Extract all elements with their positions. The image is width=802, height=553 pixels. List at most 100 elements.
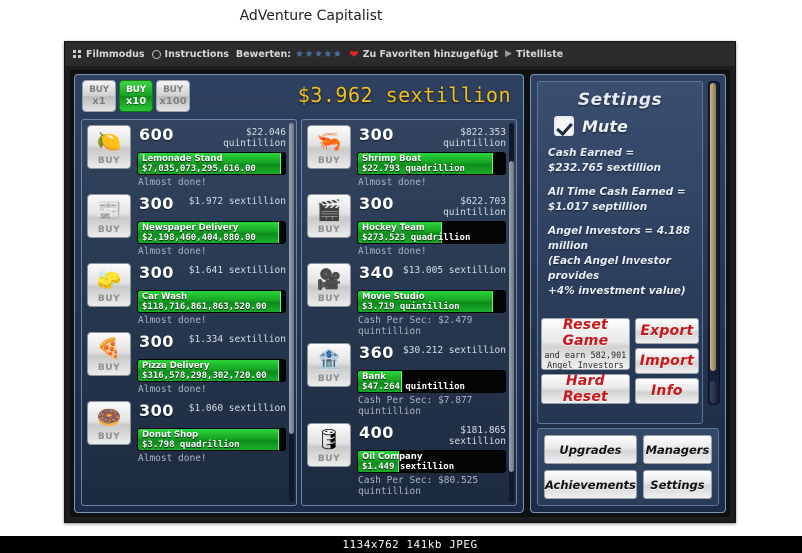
cash-total: $3.962 sextillion [297,83,511,107]
instructions-label: Instructions [164,48,229,60]
business-quantity: 300 [359,125,394,144]
business-price: $1.060 sextillion [188,403,286,414]
buy-button-movie-studio[interactable]: 🎥 BUY [307,263,351,307]
business-quantity: 400 [359,423,394,442]
film-mode-button[interactable]: Filmmodus [73,49,145,60]
heart-icon: ❤ [349,47,359,61]
buy-button-oil-company[interactable]: 🛢 BUY [307,423,351,467]
business-progress-bar[interactable]: Oil Company $1.449 sextillion [357,450,506,473]
stat-angel-note-2: +4% investment value) [548,285,686,297]
business-quantity: 300 [139,401,174,420]
buy-multiplier-x100[interactable]: BUY x100 [156,80,190,112]
nav-settings-button[interactable]: Settings [642,470,712,499]
buy-x100-bottom: x100 [159,96,187,107]
business-price: $822.353 quintillion [443,127,506,149]
business-header: BUY x1 BUY x10 BUY x100 $3.962 sextillio… [75,75,523,117]
business-progress-bar[interactable]: Hockey Team $273.523 quadrillion [357,221,506,244]
business-item: 🦐 BUY 300 $822.353 quintillion Shrimp Boat $2… [307,125,506,188]
business-progress-bar[interactable]: Newspaper Delivery $2,198,460,404,880.00 [137,221,286,244]
buy-button-pizza-delivery[interactable]: 🍕 BUY [87,332,131,376]
business-price: $30.212 sextillion [403,345,506,356]
mute-row[interactable]: Mute [554,116,692,136]
business-progress-bar[interactable]: Donut Shop $3.798 quadrillion [137,428,286,451]
business-details: 400 $181.865 sextillion Oil Company $1.449 … [357,423,506,497]
business-progress-bar[interactable]: Shrimp Boat $22.793 quadrillion [357,152,506,175]
business-bar-text: Car Wash $118,716,861,863,520.00 [142,292,282,312]
business-name: Donut Shop [142,430,199,440]
info-circle-icon [151,49,161,59]
export-label: Export [640,323,694,339]
buy-x10-bottom: x10 [125,96,147,107]
business-row: 🎬 BUY 300 $622.703 quintillion Hockey Team $2… [307,194,506,257]
business-footer: Almost done! [138,453,207,464]
settings-scrollbar-thumb[interactable] [710,83,716,371]
left-scrollbar-thumb[interactable] [289,123,294,434]
business-progress-bar[interactable]: Movie Studio $3.719 quintillion [357,290,506,313]
buy-x10-top: BUY [126,85,146,95]
business-top-line: 300 $822.353 quintillion [357,125,506,151]
buy-button-label: BUY [317,374,341,384]
rating-control[interactable]: Bewerten: ★★★★★ [236,49,342,60]
buy-multiplier-x1[interactable]: BUY x1 [82,80,116,112]
right-scrollbar-track[interactable] [509,123,514,502]
title-list-button[interactable]: ▶ Titelliste [505,49,563,60]
business-details: 300 $1.334 sextillion Pizza Delivery $316,5… [137,332,286,395]
business-row: 🏦 BUY 360 $30.212 sextillion Bank $47.264 qui… [307,343,506,417]
nav-upgrades-button[interactable]: Upgrades [544,435,637,464]
business-price: $22.046 quintillion [223,127,286,149]
business-name: Bank [362,372,386,382]
business-top-line: 340 $13.005 sextillion [357,263,506,289]
settings-scrollbar-down-button[interactable] [710,381,716,403]
business-top-line: 400 $181.865 sextillion [357,423,506,449]
business-top-line: 300 $1.972 sextillion [137,194,286,220]
instructions-button[interactable]: Instructions [151,48,229,60]
business-row: 🍩 BUY 300 $1.060 sextillion Donut Shop $3.798… [87,401,286,464]
buy-button-bank[interactable]: 🏦 BUY [307,343,351,387]
buy-button-newspaper-delivery[interactable]: 📰 BUY [87,194,131,238]
business-top-line: 360 $30.212 sextillion [357,343,506,369]
buy-button-hockey-team[interactable]: 🎬 BUY [307,194,351,238]
buy-button-donut-shop[interactable]: 🍩 BUY [87,401,131,445]
info-button[interactable]: Info [634,378,699,404]
buy-button-lemonade-stand[interactable]: 🍋 BUY [87,125,131,169]
export-button[interactable]: Export [634,318,699,344]
business-footer: Almost done! [358,177,427,188]
business-details: 300 $822.353 quintillion Shrimp Boat $22.79… [357,125,506,188]
business-item: 🍋 BUY 600 $22.046 quintillion Lemonade Stand… [87,125,286,188]
mute-checkbox[interactable] [554,116,574,136]
import-button[interactable]: Import [634,348,699,374]
page-title: AdVenture Capitalist [239,8,383,24]
left-scrollbar-track[interactable] [289,123,294,502]
business-quantity: 600 [139,125,174,144]
stat-angel-note-1: (Each Angel Investor provides [548,255,671,282]
buy-button-label: BUY [97,294,121,304]
favorite-button[interactable]: ❤ Zu Favoriten hinzugefügt [349,48,498,61]
buy-multiplier-x10[interactable]: BUY x10 [119,80,153,112]
business-progress-bar[interactable]: Bank $47.264 quintillion [357,370,506,393]
reset-game-button[interactable]: Reset Game and earn 582,901 Angel Invest… [541,317,630,371]
pizza-icon: 🍕 [96,338,122,360]
business-value: $22.793 quadrillion [362,164,465,174]
mute-label: Mute [582,116,628,136]
business-progress-bar[interactable]: Lemonade Stand $7,035,073,295,616.00 [137,152,286,175]
hard-reset-button[interactable]: Hard Reset [541,373,630,405]
import-label: Import [639,353,694,369]
buy-button-shrimp-boat[interactable]: 🦐 BUY [307,125,351,169]
buy-button-label: BUY [317,225,341,235]
business-row: 🎥 BUY 340 $13.005 sextillion Movie Studio $3.… [307,263,506,337]
business-footer: Almost done! [358,246,427,257]
nav-managers-button[interactable]: Managers [642,435,712,464]
business-top-line: 300 $622.703 quintillion [357,194,506,220]
business-progress-bar[interactable]: Pizza Delivery $316,578,298,302,720.00 [137,359,286,382]
business-footer: Cash Per Sec: $2.479 quintillion [358,315,473,337]
business-progress-bar[interactable]: Car Wash $118,716,861,863,520.00 [137,290,286,313]
star-rating-icon[interactable]: ★★★★★ [295,49,342,60]
business-quantity: 300 [139,263,174,282]
hard-reset-label: Hard Reset [562,373,608,405]
nav-achievements-button[interactable]: Achievements [544,470,637,499]
right-scrollbar-thumb[interactable] [509,160,514,472]
film-mode-label: Filmmodus [86,48,145,60]
play-triangle-icon: ▶ [505,49,513,59]
buy-button-car-wash[interactable]: 🧽 BUY [87,263,131,307]
settings-scrollbar-track[interactable] [708,81,720,405]
